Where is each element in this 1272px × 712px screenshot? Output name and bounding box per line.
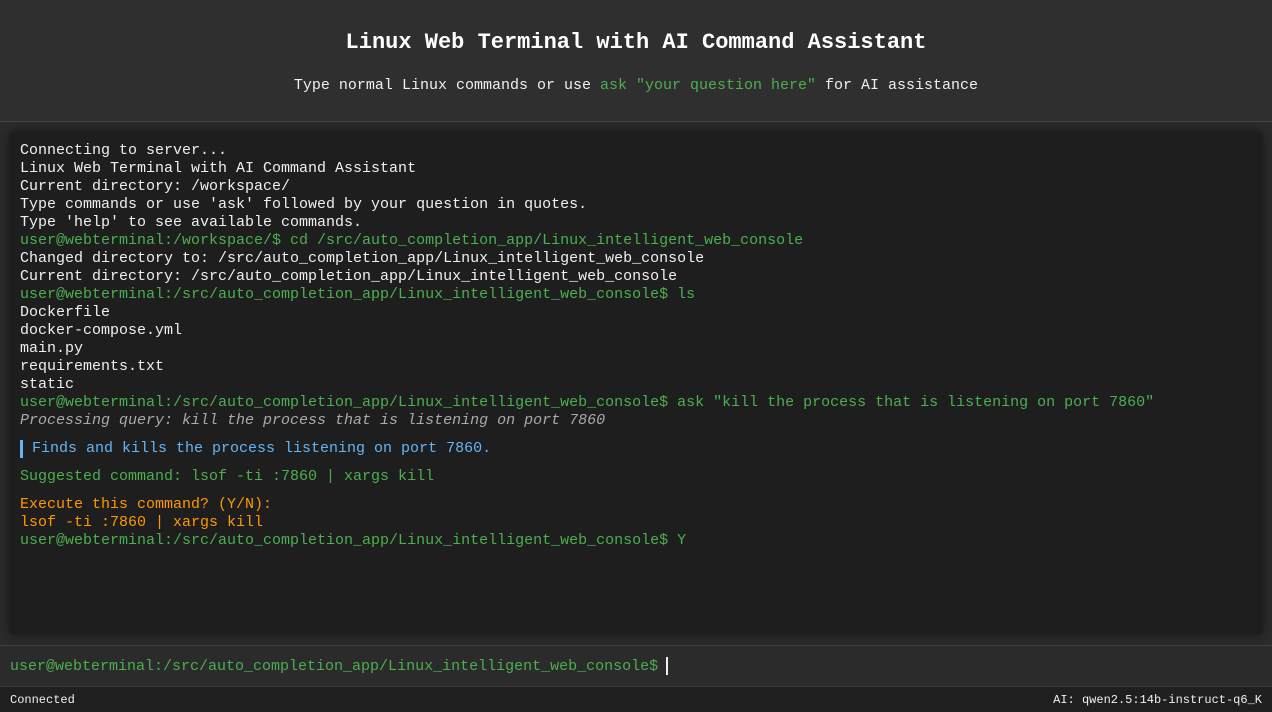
ai-model-label: AI: qwen2.5:14b-instruct-q6_K (1053, 692, 1262, 707)
subtitle-ask-example: ask "your question here" (599, 77, 817, 94)
ai-explanation: Finds and kills the process listening on… (20, 440, 1252, 458)
terminal-line: Changed directory to: /src/auto_completi… (20, 250, 705, 267)
terminal-line: Current directory: /src/auto_completion_… (20, 268, 678, 285)
command-input[interactable] (668, 655, 1262, 677)
input-prompt: user@webterminal:/src/auto_completion_ap… (10, 657, 659, 675)
terminal-command-line: user@webterminal:/workspace/$ cd /src/au… (20, 232, 804, 249)
suggested-command: Suggested command: lsof -ti :7860 | xarg… (20, 468, 435, 485)
page-title: Linux Web Terminal with AI Command Assis… (345, 30, 927, 55)
command-input-bar: user@webterminal:/src/auto_completion_ap… (0, 645, 1272, 686)
status-bar: Connected AI: qwen2.5:14b-instruct-q6_K (0, 686, 1272, 712)
terminal-line: static (20, 376, 75, 393)
terminal-command-line: user@webterminal:/src/auto_completion_ap… (20, 286, 696, 303)
processing-message: Processing query: kill the process that … (20, 412, 606, 429)
page-subtitle: Type normal Linux commands or use ask "y… (0, 76, 1272, 96)
confirmation-command: lsof -ti :7860 | xargs kill (20, 514, 264, 531)
terminal-line: Type 'help' to see available commands. (20, 214, 363, 231)
terminal-line: Type commands or use 'ask' followed by y… (20, 196, 588, 213)
terminal-line: Connecting to server... (20, 142, 228, 159)
connection-status: Connected (10, 692, 75, 707)
terminal-line: Linux Web Terminal with AI Command Assis… (20, 160, 417, 177)
subtitle-text-before: Type normal Linux commands or use (293, 77, 600, 94)
app-header: Linux Web Terminal with AI Command Assis… (0, 0, 1272, 122)
terminal-command-line: user@webterminal:/src/auto_completion_ap… (20, 394, 1155, 411)
terminal-line: docker-compose.yml (20, 322, 183, 339)
execute-confirmation-prompt: Execute this command? (Y/N): (20, 496, 273, 513)
terminal-line: Dockerfile (20, 304, 111, 321)
terminal-command-line: user@webterminal:/src/auto_completion_ap… (20, 532, 687, 549)
subtitle-text-after: for AI assistance (816, 77, 979, 94)
terminal-line: Current directory: /workspace/ (20, 178, 291, 195)
terminal-line: requirements.txt (20, 358, 165, 375)
terminal-line: main.py (20, 340, 84, 357)
terminal-output[interactable]: Connecting to server... Linux Web Termin… (10, 132, 1262, 634)
